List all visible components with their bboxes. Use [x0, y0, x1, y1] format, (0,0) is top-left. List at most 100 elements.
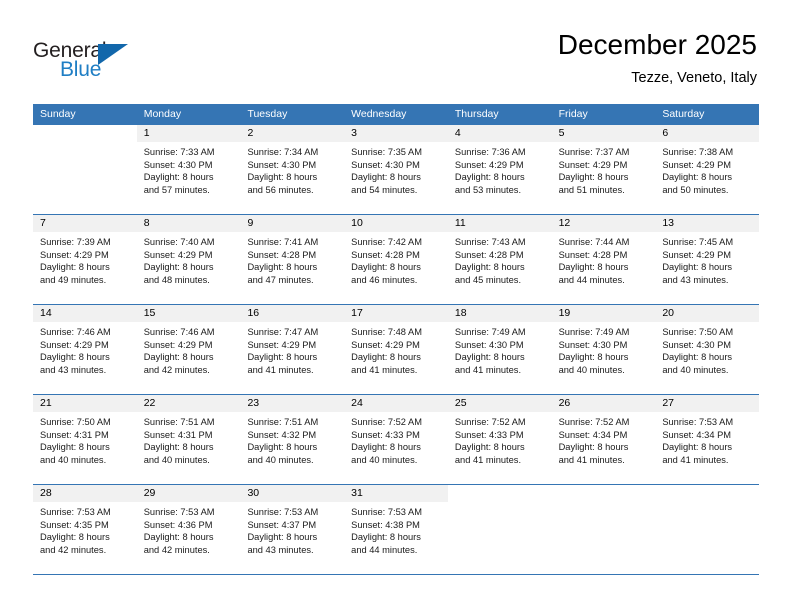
weekday-header-wednesday: Wednesday	[351, 108, 407, 120]
daylight-line-2: and 47 minutes.	[247, 274, 314, 285]
sunset-line: Sunset: 4:32 PM	[247, 429, 317, 440]
day-cell-30[interactable]: 30 Sunrise: 7:53 AM Sunset: 4:37 PM Dayligh…	[240, 485, 345, 574]
day-cell-26[interactable]: 26 Sunrise: 7:52 AM Sunset: 4:34 PM Dayligh…	[551, 395, 656, 484]
sunset-line: Sunset: 4:29 PM	[351, 339, 420, 350]
sunset-line: Sunset: 4:29 PM	[143, 249, 213, 260]
sunrise-line: Sunrise: 7:35 AM	[351, 147, 422, 157]
sunrise-line: Sunrise: 7:53 AM	[247, 507, 319, 517]
day-number-band: 18	[447, 305, 552, 322]
sunset-line: Sunset: 4:29 PM	[662, 159, 732, 170]
day-number: 29	[143, 487, 156, 499]
day-number: 12	[558, 217, 571, 229]
calendar-week-row: 1 Sunrise: 7:33 AM Sunset: 4:30 PM Daylight…	[33, 125, 760, 215]
calendar-week-row: 14 Sunrise: 7:46 AM Sunset: 4:29 PM Dayligh…	[33, 305, 760, 395]
day-number-band: 28	[33, 485, 137, 502]
day-cell-4[interactable]: 4 Sunrise: 7:36 AM Sunset: 4:29 PM Daylight…	[447, 125, 552, 214]
sunrise-line: Sunrise: 7:53 AM	[143, 507, 215, 517]
weekday-header-row: Sunday Monday Tuesday Wednesday Thursday Frid…	[33, 104, 759, 125]
sunset-line: Sunset: 4:34 PM	[662, 429, 732, 440]
day-cell-14[interactable]: 14 Sunrise: 7:46 AM Sunset: 4:29 PM Dayligh…	[33, 305, 137, 394]
day-cell-12[interactable]: 12 Sunrise: 7:44 AM Sunset: 4:28 PM Dayligh…	[551, 215, 656, 304]
day-cell-9[interactable]: 9 Sunrise: 7:41 AM Sunset: 4:28 PM Daylight…	[240, 215, 345, 304]
day-cell-31[interactable]: 31 Sunrise: 7:53 AM Sunset: 4:38 PM Dayligh…	[344, 485, 448, 574]
day-cell-21[interactable]: 21 Sunrise: 7:50 AM Sunset: 4:31 PM Dayligh…	[33, 395, 137, 484]
sunset-line: Sunset: 4:31 PM	[143, 429, 213, 440]
sunset-line: Sunset: 4:30 PM	[454, 339, 524, 350]
day-cell-16[interactable]: 16 Sunrise: 7:47 AM Sunset: 4:29 PM Dayligh…	[240, 305, 345, 394]
sunset-line: Sunset: 4:29 PM	[247, 339, 317, 350]
day-number-band: 7	[33, 215, 137, 232]
day-detail-lines: Sunrise: 7:36 AM Sunset: 4:29 PM Daylight:…	[448, 142, 552, 196]
day-cell-24[interactable]: 24 Sunrise: 7:52 AM Sunset: 4:33 PM Dayligh…	[344, 395, 448, 484]
day-detail-lines: Sunrise: 7:52 AM Sunset: 4:34 PM Daylight:…	[552, 412, 656, 466]
daylight-line-2: and 40 minutes.	[662, 364, 729, 375]
day-cell-15[interactable]: 15 Sunrise: 7:46 AM Sunset: 4:29 PM Dayligh…	[136, 305, 241, 394]
daylight-line-2: and 43 minutes.	[40, 364, 107, 375]
sunrise-line: Sunrise: 7:43 AM	[454, 237, 526, 247]
day-cell-17[interactable]: 17 Sunrise: 7:48 AM Sunset: 4:29 PM Dayligh…	[344, 305, 448, 394]
daylight-line-1: Daylight: 8 hours	[454, 172, 525, 183]
day-cell-20[interactable]: 20 Sunrise: 7:50 AM Sunset: 4:30 PM Dayligh…	[655, 305, 760, 394]
day-detail-lines: Sunrise: 7:53 AM Sunset: 4:37 PM Daylight:…	[240, 502, 344, 556]
daylight-line-2: and 42 minutes.	[40, 544, 107, 555]
day-detail-lines: Sunrise: 7:47 AM Sunset: 4:29 PM Daylight:…	[240, 322, 344, 376]
day-cell-18[interactable]: 18 Sunrise: 7:49 AM Sunset: 4:30 PM Dayligh…	[447, 305, 552, 394]
daylight-line-2: and 49 minutes.	[40, 274, 107, 285]
day-cell-5[interactable]: 5 Sunrise: 7:37 AM Sunset: 4:29 PM Daylight…	[551, 125, 656, 214]
day-number-band: 1	[136, 125, 241, 142]
day-cell-10[interactable]: 10 Sunrise: 7:42 AM Sunset: 4:28 PM Dayligh…	[344, 215, 448, 304]
daylight-line-1: Daylight: 8 hours	[143, 442, 214, 453]
sunset-line: Sunset: 4:29 PM	[454, 159, 524, 170]
day-cell-22[interactable]: 22 Sunrise: 7:51 AM Sunset: 4:31 PM Dayligh…	[136, 395, 241, 484]
day-detail-lines: Sunrise: 7:49 AM Sunset: 4:30 PM Daylight:…	[448, 322, 552, 376]
day-cell-6[interactable]: 6 Sunrise: 7:38 AM Sunset: 4:29 PM Daylight…	[655, 125, 760, 214]
calendar-week-inner: 21 Sunrise: 7:50 AM Sunset: 4:31 PM Dayligh…	[33, 395, 760, 484]
day-number-band: 8	[136, 215, 241, 232]
day-detail-lines: Sunrise: 7:48 AM Sunset: 4:29 PM Daylight:…	[344, 322, 448, 376]
day-cell-11[interactable]: 11 Sunrise: 7:43 AM Sunset: 4:28 PM Dayligh…	[447, 215, 552, 304]
sunrise-line: Sunrise: 7:46 AM	[143, 327, 215, 337]
day-number: 4	[454, 127, 461, 139]
day-number-band: 20	[655, 305, 760, 322]
daylight-line-2: and 44 minutes.	[558, 274, 625, 285]
weekday-header-sunday: Sunday	[40, 108, 76, 120]
day-cell-29[interactable]: 29 Sunrise: 7:53 AM Sunset: 4:36 PM Dayligh…	[136, 485, 241, 574]
day-number: 16	[247, 307, 260, 319]
day-cell-1[interactable]: 1 Sunrise: 7:33 AM Sunset: 4:30 PM Daylight…	[136, 125, 241, 214]
daylight-line-2: and 44 minutes.	[351, 544, 418, 555]
daylight-line-2: and 41 minutes.	[662, 454, 729, 465]
day-cell-19[interactable]: 19 Sunrise: 7:49 AM Sunset: 4:30 PM Dayligh…	[551, 305, 656, 394]
sunrise-line: Sunrise: 7:33 AM	[143, 147, 215, 157]
day-cell-2[interactable]: 2 Sunrise: 7:34 AM Sunset: 4:30 PM Daylight…	[240, 125, 345, 214]
day-cell-8[interactable]: 8 Sunrise: 7:40 AM Sunset: 4:29 PM Daylight…	[136, 215, 241, 304]
day-cell-7[interactable]: 7 Sunrise: 7:39 AM Sunset: 4:29 PM Daylight…	[33, 215, 137, 304]
sunrise-line: Sunrise: 7:39 AM	[40, 237, 111, 247]
day-cell-27[interactable]: 27 Sunrise: 7:53 AM Sunset: 4:34 PM Dayligh…	[655, 395, 760, 484]
sunset-line: Sunset: 4:29 PM	[662, 249, 732, 260]
daylight-line-2: and 40 minutes.	[40, 454, 107, 465]
day-number: 30	[247, 487, 260, 499]
daylight-line-2: and 41 minutes.	[454, 364, 522, 375]
sunset-line: Sunset: 4:28 PM	[351, 249, 420, 260]
daylight-line-1: Daylight: 8 hours	[662, 442, 733, 453]
day-cell-25[interactable]: 25 Sunrise: 7:52 AM Sunset: 4:33 PM Dayligh…	[447, 395, 552, 484]
day-cell-23[interactable]: 23 Sunrise: 7:51 AM Sunset: 4:32 PM Dayligh…	[240, 395, 345, 484]
daylight-line-2: and 43 minutes.	[662, 274, 729, 285]
daylight-line-1: Daylight: 8 hours	[247, 442, 318, 453]
sunrise-line: Sunrise: 7:50 AM	[40, 417, 111, 427]
generalblue-logo[interactable]: General Blue	[33, 39, 153, 85]
daylight-line-2: and 57 minutes.	[143, 184, 210, 195]
calendar-page: General Blue December 2025 Tezze, Veneto…	[0, 0, 792, 612]
day-number-band: 21	[33, 395, 137, 412]
sunset-line: Sunset: 4:28 PM	[247, 249, 317, 260]
day-cell-3[interactable]: 3 Sunrise: 7:35 AM Sunset: 4:30 PM Daylight…	[344, 125, 448, 214]
sunset-line: Sunset: 4:30 PM	[558, 339, 628, 350]
day-cell-13[interactable]: 13 Sunrise: 7:45 AM Sunset: 4:29 PM Dayligh…	[655, 215, 760, 304]
daylight-line-1: Daylight: 8 hours	[454, 352, 525, 363]
day-number: 17	[351, 307, 363, 319]
day-cell-28[interactable]: 28 Sunrise: 7:53 AM Sunset: 4:35 PM Dayligh…	[33, 485, 137, 574]
day-detail-lines: Sunrise: 7:42 AM Sunset: 4:28 PM Daylight:…	[344, 232, 448, 286]
day-number: 8	[143, 217, 150, 229]
day-detail-lines: Sunrise: 7:46 AM Sunset: 4:29 PM Daylight:…	[137, 322, 241, 376]
daylight-line-1: Daylight: 8 hours	[558, 442, 629, 453]
